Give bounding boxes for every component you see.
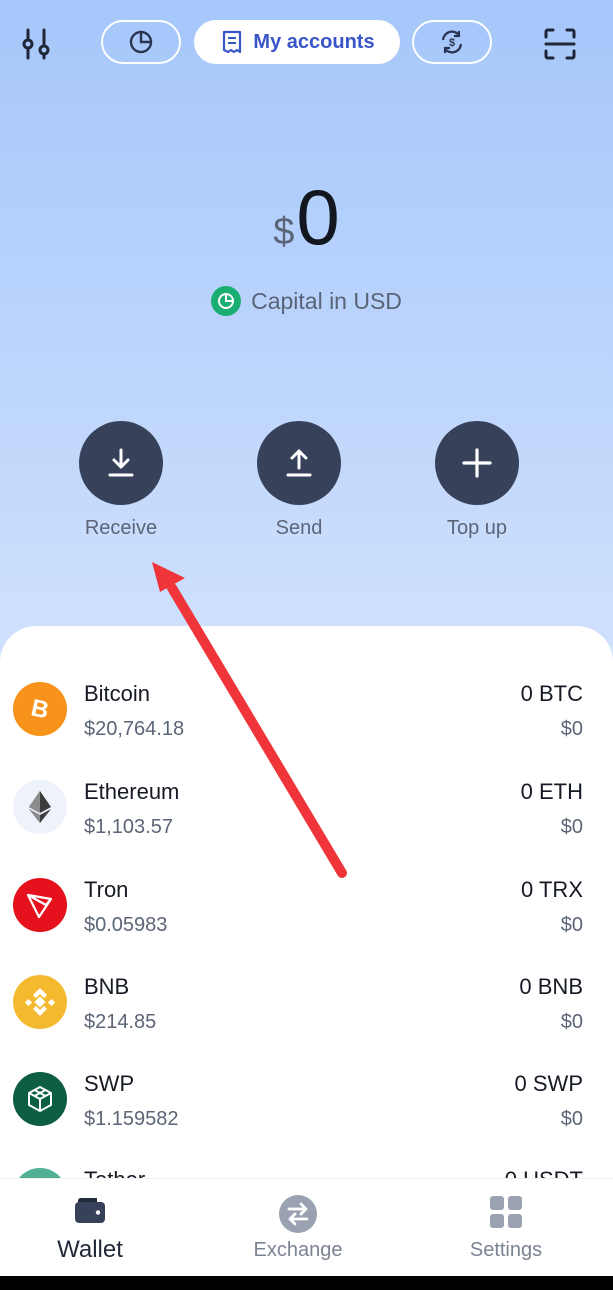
pie-chart-icon (211, 286, 242, 316)
asset-name: Tron (84, 877, 129, 902)
grid-icon (416, 1195, 596, 1229)
bnb-icon (13, 975, 67, 1029)
capital-label: Capital in USD (251, 287, 402, 314)
asset-price: $1.159582 (84, 1108, 179, 1130)
asset-value: $0 (560, 1011, 583, 1033)
capital-caption[interactable]: Capital in USD (0, 286, 613, 316)
exchange-icon (208, 1195, 388, 1233)
nav-exchange[interactable]: Exchange (208, 1179, 388, 1277)
plus-icon (435, 421, 519, 505)
nav-exchange-label: Exchange (253, 1239, 343, 1261)
wallet-icon (0, 1195, 180, 1225)
balance-display: $0 (0, 178, 613, 256)
asset-quantity: 0 BTC (520, 681, 583, 706)
asset-price: $214.85 (84, 1011, 157, 1033)
asset-price: $0.05983 (84, 914, 168, 936)
send-label: Send (275, 517, 323, 539)
list-item[interactable]: B Bitcoin $20,764.18 0 BTC $0 (0, 678, 613, 768)
asset-name: BNB (84, 974, 130, 999)
tab-my-accounts[interactable]: My accounts (194, 20, 400, 64)
receive-button[interactable]: Receive (61, 421, 181, 540)
balance-amount: 0 (296, 173, 340, 261)
asset-quantity: 0 ETH (520, 779, 583, 804)
send-button[interactable]: Send (239, 421, 359, 540)
list-item[interactable]: Tron $0.05983 0 TRX $0 (0, 874, 613, 964)
nav-wallet[interactable]: Wallet (0, 1179, 180, 1277)
list-item[interactable]: BNB $214.85 0 BNB $0 (0, 971, 613, 1061)
asset-value: $0 (560, 914, 583, 936)
asset-quantity: 0 BNB (519, 974, 583, 999)
download-icon (79, 421, 163, 505)
currency-exchange-icon: $ (441, 30, 463, 54)
tab-statistics[interactable] (101, 20, 181, 64)
asset-value: $0 (560, 816, 583, 838)
system-bar (0, 1276, 613, 1290)
svg-text:$: $ (449, 37, 455, 49)
asset-name: SWP (84, 1071, 135, 1096)
tron-icon (13, 878, 67, 932)
scan-icon[interactable] (538, 22, 582, 66)
currency-symbol: $ (273, 211, 295, 253)
top-up-button[interactable]: Top up (417, 421, 537, 540)
asset-quantity: 0 TRX (521, 877, 583, 902)
nav-wallet-label: Wallet (57, 1236, 123, 1263)
receive-label: Receive (84, 517, 158, 539)
bitcoin-icon: B (13, 682, 67, 736)
top-up-label: Top up (446, 517, 508, 539)
tab-my-accounts-label: My accounts (253, 30, 375, 53)
asset-value: $0 (560, 718, 583, 740)
asset-name: Ethereum (84, 779, 180, 804)
asset-value: $0 (560, 1108, 583, 1130)
svg-text:B: B (29, 694, 52, 724)
list-item[interactable]: SWP $1.159582 0 SWP $0 (0, 1068, 613, 1158)
hero-section (0, 0, 613, 700)
pie-chart-icon (129, 30, 153, 54)
asset-name: Bitcoin (84, 681, 151, 706)
asset-list: B Bitcoin $20,764.18 0 BTC $0 Ethereum $… (0, 626, 613, 1186)
asset-price: $1,103.57 (84, 816, 173, 838)
asset-price: $20,764.18 (84, 718, 185, 740)
upload-icon (257, 421, 341, 505)
ethereum-icon (13, 780, 67, 834)
nav-settings[interactable]: Settings (416, 1179, 596, 1277)
nav-settings-label: Settings (469, 1239, 543, 1261)
swp-icon (13, 1072, 67, 1126)
tab-exchange-history[interactable]: $ (412, 20, 492, 64)
sliders-icon[interactable] (14, 22, 58, 66)
list-item[interactable]: Ethereum $1,103.57 0 ETH $0 (0, 776, 613, 866)
asset-quantity: 0 SWP (514, 1071, 583, 1096)
receipt-icon (223, 30, 242, 54)
bottom-navigation: Wallet Exchange Settings (0, 1178, 613, 1277)
